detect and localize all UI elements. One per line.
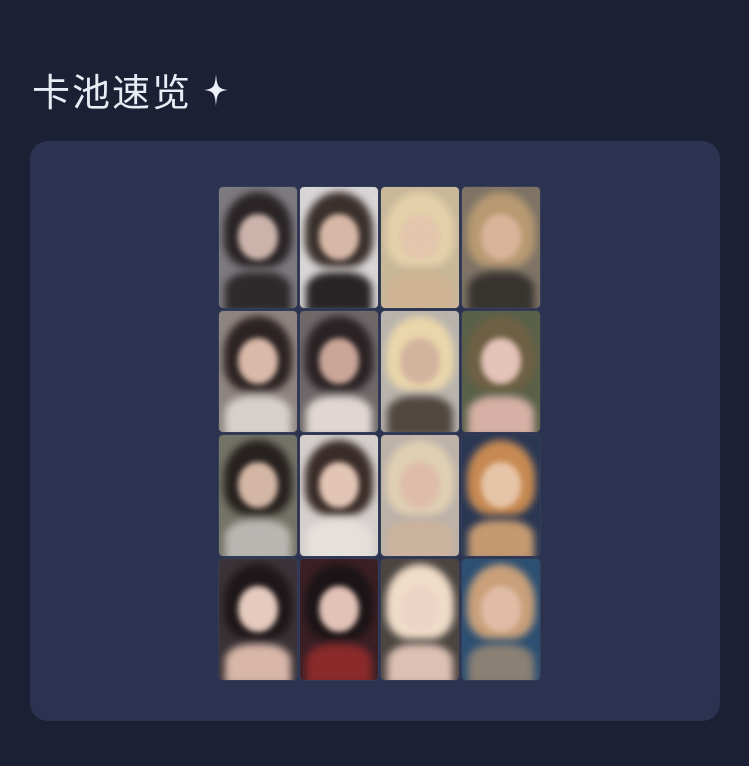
card-thumbnail[interactable]: [219, 311, 297, 432]
card-thumbnail[interactable]: [381, 559, 459, 680]
card-body: [387, 395, 453, 432]
card-face: [480, 213, 522, 260]
card-thumbnail[interactable]: [462, 311, 540, 432]
card-thumbnail[interactable]: [462, 187, 540, 308]
card-face: [237, 461, 279, 508]
card-thumbnail[interactable]: [219, 435, 297, 556]
card-grid: [219, 187, 540, 680]
card-body: [225, 271, 291, 308]
card-face: [399, 461, 441, 508]
card-face: [480, 585, 522, 632]
card-face: [399, 213, 441, 260]
card-body: [306, 519, 372, 556]
card-face: [237, 585, 279, 632]
card-thumbnail[interactable]: [381, 435, 459, 556]
card-face: [237, 337, 279, 384]
card-thumbnail[interactable]: [219, 559, 297, 680]
card-body: [306, 271, 372, 308]
card-body: [225, 395, 291, 432]
card-thumbnail[interactable]: [300, 187, 378, 308]
section-title: 卡池速览: [32, 71, 193, 115]
card-face: [399, 585, 441, 632]
card-body: [306, 395, 372, 432]
card-face: [318, 461, 360, 508]
card-face: [318, 213, 360, 260]
card-body: [306, 643, 372, 680]
card-thumbnail[interactable]: [300, 311, 378, 432]
card-pool-panel: [30, 141, 720, 721]
card-body: [225, 519, 291, 556]
card-face: [480, 337, 522, 384]
card-face: [318, 337, 360, 384]
card-body: [468, 271, 534, 308]
card-body: [387, 519, 453, 556]
card-face: [480, 461, 522, 508]
card-face: [318, 585, 360, 632]
card-face: [237, 213, 279, 260]
card-thumbnail[interactable]: [462, 435, 540, 556]
card-thumbnail[interactable]: [462, 559, 540, 680]
card-thumbnail[interactable]: [300, 559, 378, 680]
card-body: [387, 271, 453, 308]
card-body: [468, 519, 534, 556]
card-thumbnail[interactable]: [300, 435, 378, 556]
card-thumbnail[interactable]: [381, 187, 459, 308]
card-body: [387, 643, 453, 680]
card-face: [399, 337, 441, 384]
section-header: 卡池速览: [32, 62, 230, 117]
card-thumbnail[interactable]: [381, 311, 459, 432]
card-thumbnail[interactable]: [219, 187, 297, 308]
card-body: [225, 643, 291, 680]
card-body: [468, 395, 534, 432]
sparkle-icon: [204, 73, 229, 106]
card-body: [468, 643, 534, 680]
